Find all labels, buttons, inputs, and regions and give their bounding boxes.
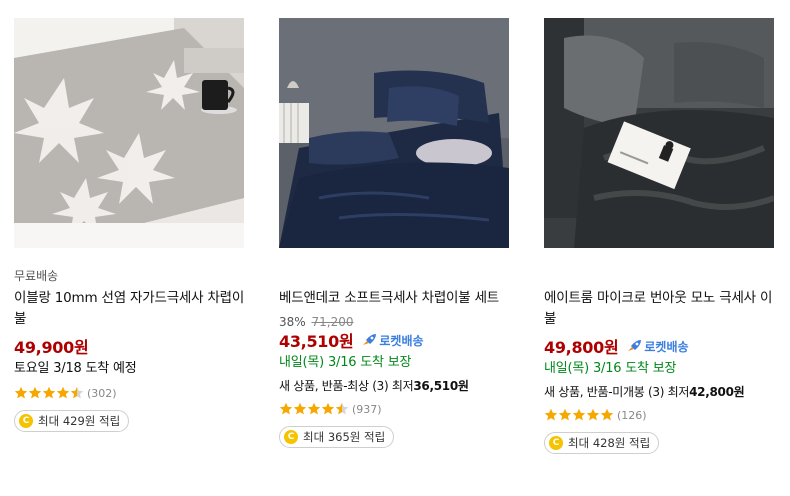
delivery-info: 내일(목) 3/16 도착 보장 xyxy=(544,361,677,376)
star-icon xyxy=(42,386,56,399)
product-card[interactable]: 에이트룸 마이크로 번아웃 모노 극세사 이불 49,800원 로켓배송 내일(… xyxy=(544,18,776,454)
star-icon xyxy=(307,402,321,415)
reward-text: 최대 429원 적립 xyxy=(38,414,121,428)
original-price: 71,200 xyxy=(311,315,354,329)
product-price: 49,800원 xyxy=(544,338,619,357)
discount-rate: 38% xyxy=(279,315,306,329)
rating: (302) xyxy=(14,386,246,400)
rating: (937) xyxy=(279,402,511,416)
star-icon xyxy=(293,402,307,415)
rocket-delivery-badge: 로켓배송 xyxy=(626,338,689,355)
rating: (126) xyxy=(544,408,776,422)
review-count: (302) xyxy=(87,386,117,400)
product-card[interactable]: 베드앤데코 소프트극세사 차렵이불 세트 38% 71,200 43,510원 … xyxy=(279,18,511,448)
delivery-info: 토요일 3/18 도착 예정 xyxy=(14,361,137,376)
price-row: 49,800원 로켓배송 xyxy=(544,336,776,357)
star-icon xyxy=(321,402,335,415)
star-rating xyxy=(544,408,614,422)
star-icon xyxy=(28,386,42,399)
star-rating xyxy=(279,402,349,416)
delivery-info: 내일(목) 3/16 도착 보장 xyxy=(279,355,412,370)
star-rating xyxy=(14,386,84,400)
review-count: (126) xyxy=(617,408,647,422)
rocket-icon xyxy=(363,334,377,345)
star-icon xyxy=(586,408,600,421)
product-price: 49,900원 xyxy=(14,338,89,357)
product-title[interactable]: 에이트룸 마이크로 번아웃 모노 극세사 이불 xyxy=(544,288,776,330)
free-shipping-badge: 무료배송 xyxy=(14,269,59,283)
star-icon xyxy=(335,402,349,415)
rocket-icon xyxy=(628,340,642,351)
used-product-info[interactable]: 새 상품, 반품-최상 (3) 최저36,510원 xyxy=(279,378,511,394)
coin-icon: C xyxy=(284,430,298,444)
star-icon xyxy=(600,408,614,421)
price-row: 49,900원 xyxy=(14,336,246,357)
product-card[interactable]: 무료배송 이블랑 10mm 선염 자가드극세사 차렵이불 49,900원 토요일… xyxy=(14,18,246,432)
star-icon xyxy=(279,402,293,415)
star-icon xyxy=(544,408,558,421)
product-image[interactable] xyxy=(14,18,244,248)
product-title[interactable]: 베드앤데코 소프트극세사 차렵이불 세트 xyxy=(279,288,511,309)
star-icon xyxy=(56,386,70,399)
rocket-delivery-badge: 로켓배송 xyxy=(361,332,424,349)
reward-text: 최대 428원 적립 xyxy=(568,436,651,450)
reward-badge: C 최대 429원 적립 xyxy=(14,410,130,432)
reward-badge: C 최대 428원 적립 xyxy=(544,432,660,454)
product-price: 43,510원 xyxy=(279,332,354,351)
used-product-info[interactable]: 새 상품, 반품-미개봉 (3) 최저42,800원 xyxy=(544,384,776,400)
discount-row: 38% 71,200 xyxy=(279,315,511,329)
coin-icon: C xyxy=(19,414,33,428)
review-count: (937) xyxy=(352,402,382,416)
star-icon xyxy=(14,386,28,399)
star-icon xyxy=(70,386,84,399)
star-icon xyxy=(572,408,586,421)
coin-icon: C xyxy=(549,436,563,450)
reward-badge: C 최대 365원 적립 xyxy=(279,426,395,448)
price-row: 43,510원 로켓배송 xyxy=(279,330,511,351)
product-image[interactable] xyxy=(544,18,774,248)
star-icon xyxy=(558,408,572,421)
reward-text: 최대 365원 적립 xyxy=(303,430,386,444)
product-image[interactable] xyxy=(279,18,509,248)
product-title[interactable]: 이블랑 10mm 선염 자가드극세사 차렵이불 xyxy=(14,288,246,330)
